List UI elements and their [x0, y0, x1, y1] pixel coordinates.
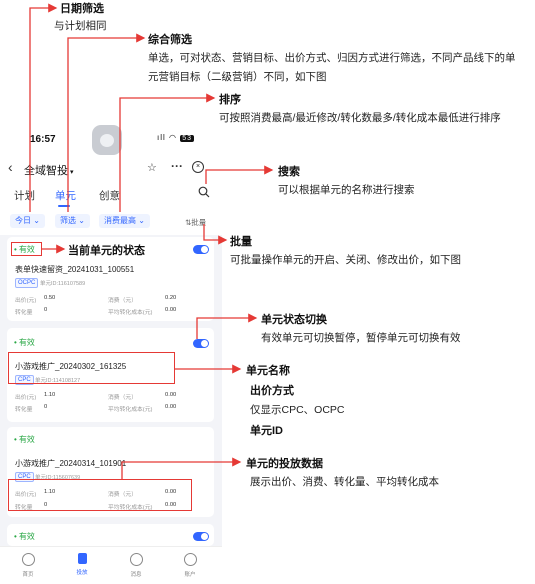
batch-title: 批量: [230, 236, 252, 248]
unit-data-desc: 展示出价、消费、转化量、平均转化成本: [250, 476, 439, 488]
batch-desc: 可批量操作单元的开启、关闭、修改出价，如下图: [230, 254, 461, 266]
search-title: 搜索: [278, 166, 300, 178]
combo-filter-desc-line2: 元营销目标（二级营销）不同，如下图: [148, 71, 327, 83]
sort-title: 排序: [219, 94, 241, 106]
batch-arrow: [203, 224, 228, 245]
unit-data-arrow: [121, 457, 242, 479]
unit-data-title: 单元的投放数据: [246, 458, 323, 470]
sort-desc: 可按照消费最高/最近修改/转化数最多/转化成本最低进行排序: [219, 112, 501, 124]
current-status-title: 当前单元的状态: [68, 245, 145, 257]
switch-desc: 有效单元可切换暂停，暂停单元可切换有效: [261, 332, 461, 344]
bid-method-desc: 仅显示CPC、OCPC: [250, 404, 345, 416]
annotation-arrows: [29, 3, 274, 479]
unit-name-title: 单元名称: [246, 365, 290, 377]
combo-filter-title: 综合筛选: [148, 34, 192, 46]
bid-method-title: 出价方式: [250, 385, 294, 397]
search-arrow: [205, 165, 274, 184]
date-filter-arrow: [29, 3, 58, 212]
unit-id-title: 单元ID: [250, 425, 283, 437]
combo-filter-arrow: [67, 33, 146, 212]
search-desc: 可以根据单元的名称进行搜索: [278, 184, 415, 196]
combo-filter-desc-line1: 单选，可对状态、营销目标、出价方式、归因方式进行筛选，不同产品线下的单: [148, 52, 516, 64]
date-filter-desc: 与计划相同: [54, 20, 107, 32]
switch-title: 单元状态切换: [261, 314, 327, 326]
date-filter-title: 日期筛选: [60, 3, 104, 15]
sort-arrow: [119, 93, 216, 212]
switch-arrow: [196, 313, 258, 339]
